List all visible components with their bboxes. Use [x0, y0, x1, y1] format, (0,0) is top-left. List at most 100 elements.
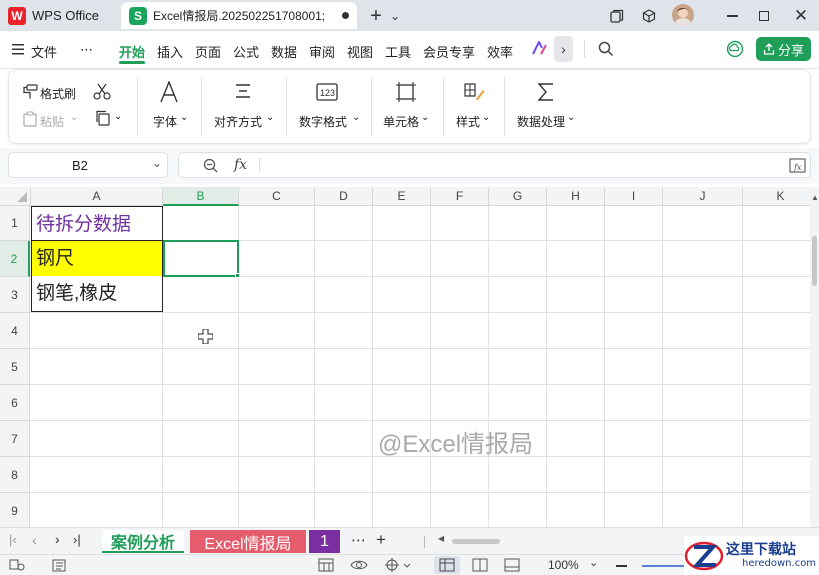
ai-icon[interactable]: [532, 39, 548, 58]
tab-list-chevron-icon[interactable]: ⌄: [385, 6, 405, 26]
menu-formula[interactable]: 公式: [233, 42, 259, 61]
cell-label[interactable]: 单元格: [383, 113, 419, 130]
spreadsheet-grid[interactable]: A B C D E F G H I J K 1 2 3 4 5 6 7 8 9 …: [0, 187, 810, 527]
column-header-j[interactable]: J: [663, 187, 743, 206]
row-header-8[interactable]: 8: [0, 457, 30, 493]
column-header-f[interactable]: F: [431, 187, 489, 206]
fill-handle[interactable]: [235, 273, 240, 278]
sheet-tab-case-analysis[interactable]: 案例分析: [102, 530, 184, 553]
normal-view-button[interactable]: [434, 556, 460, 574]
paste-chevron-icon[interactable]: ⌄: [70, 112, 78, 123]
menu-efficiency[interactable]: 效率: [487, 42, 513, 61]
user-avatar[interactable]: [672, 4, 694, 26]
window-copy-icon[interactable]: [607, 6, 627, 26]
data-processing-chevron-icon[interactable]: ⌄: [567, 112, 575, 123]
style-icon[interactable]: [462, 80, 486, 104]
minimize-icon[interactable]: [722, 6, 742, 26]
paste-icon[interactable]: [22, 111, 38, 130]
column-header-b[interactable]: B: [163, 187, 239, 206]
style-label[interactable]: 样式: [456, 113, 480, 130]
column-header-a[interactable]: A: [31, 187, 163, 206]
format-painter-label[interactable]: 格式刷: [40, 85, 76, 102]
name-box-chevron-icon[interactable]: ⌄: [152, 156, 162, 170]
search-icon[interactable]: [598, 41, 614, 60]
menu-review[interactable]: 审阅: [309, 42, 335, 61]
font-icon[interactable]: [157, 80, 181, 104]
document-tab[interactable]: S Excel情报局.202502251708001;: [121, 2, 357, 29]
menu-tools[interactable]: 工具: [385, 42, 411, 61]
sheet-tab-excel-bureau[interactable]: Excel情报局: [190, 530, 306, 553]
row-header-1[interactable]: 1: [0, 206, 30, 241]
cloud-sync-icon[interactable]: [726, 40, 744, 61]
style-chevron-icon[interactable]: ⌄: [482, 112, 490, 123]
column-header-h[interactable]: H: [547, 187, 605, 206]
ribbon-scroll-right-icon[interactable]: ›: [554, 36, 573, 62]
row-header-5[interactable]: 5: [0, 349, 30, 385]
number-format-label[interactable]: 数字格式: [299, 113, 347, 130]
first-sheet-icon[interactable]: |‹: [9, 532, 17, 547]
paste-label[interactable]: 粘贴: [40, 113, 64, 130]
menu-page[interactable]: 页面: [195, 42, 221, 61]
maximize-icon[interactable]: [754, 6, 774, 26]
page-break-view-icon[interactable]: [504, 558, 520, 575]
row-header-3[interactable]: 3: [0, 277, 30, 313]
copy-icon[interactable]: [95, 110, 111, 129]
calculator-icon[interactable]: [318, 558, 334, 575]
fx-label[interactable]: fx: [234, 157, 247, 173]
new-tab-button[interactable]: +: [366, 5, 386, 27]
sigma-icon[interactable]: [534, 80, 558, 104]
menu-file[interactable]: 文件: [31, 42, 57, 61]
row-header-2[interactable]: 2: [0, 241, 30, 277]
column-header-d[interactable]: D: [315, 187, 373, 206]
cell-a3[interactable]: 钢笔,橡皮: [31, 276, 163, 312]
column-header-k[interactable]: K: [743, 187, 810, 206]
column-header-c[interactable]: C: [239, 187, 315, 206]
menu-insert[interactable]: 插入: [157, 42, 183, 61]
scroll-left-icon[interactable]: ◀: [438, 534, 444, 543]
column-header-i[interactable]: I: [605, 187, 663, 206]
prev-sheet-icon[interactable]: ‹: [32, 532, 37, 548]
sheet-tab-1[interactable]: 1: [309, 530, 340, 553]
format-painter-icon[interactable]: [22, 84, 38, 103]
wps-home-tab[interactable]: W WPS Office: [8, 4, 99, 27]
menu-data[interactable]: 数据: [271, 42, 297, 61]
scroll-up-icon[interactable]: ▲: [811, 193, 819, 202]
macro-record-icon[interactable]: [9, 559, 25, 575]
zoom-chevron-icon[interactable]: ⌄: [589, 556, 598, 569]
row-header-6[interactable]: 6: [0, 385, 30, 421]
sheet-list-icon[interactable]: [52, 559, 66, 575]
number-format-chevron-icon[interactable]: ⌄: [352, 112, 360, 123]
formula-input[interactable]: fx fx: [178, 152, 811, 178]
row-header-4[interactable]: 4: [0, 313, 30, 349]
column-header-g[interactable]: G: [489, 187, 547, 206]
zoom-formula-icon[interactable]: [203, 158, 218, 176]
row-header-9[interactable]: 9: [0, 493, 30, 527]
horizontal-scroll-thumb[interactable]: [452, 539, 500, 544]
share-button[interactable]: 分享: [756, 37, 811, 61]
column-header-e[interactable]: E: [373, 187, 431, 206]
data-processing-label[interactable]: 数据处理: [517, 113, 565, 130]
next-sheet-icon[interactable]: ›: [55, 531, 60, 547]
vertical-scrollbar[interactable]: ▲: [810, 187, 819, 527]
font-chevron-icon[interactable]: ⌄: [180, 112, 188, 123]
cell-a1[interactable]: 待拆分数据: [31, 206, 163, 241]
cut-icon[interactable]: [93, 83, 111, 104]
focus-mode-icon[interactable]: [385, 558, 411, 575]
close-icon[interactable]: ✕: [791, 6, 811, 26]
hamburger-icon[interactable]: [12, 43, 24, 58]
eye-protection-icon[interactable]: [350, 558, 368, 575]
name-box[interactable]: B2 ⌄: [8, 152, 168, 178]
cube-icon[interactable]: [639, 6, 659, 26]
font-label[interactable]: 字体: [153, 113, 177, 130]
align-label[interactable]: 对齐方式: [214, 113, 262, 130]
vertical-scroll-thumb[interactable]: [812, 236, 817, 286]
align-chevron-icon[interactable]: ⌄: [266, 112, 274, 123]
cell-chevron-icon[interactable]: ⌄: [421, 112, 429, 123]
menu-member[interactable]: 会员专享: [423, 42, 475, 61]
select-all-corner[interactable]: [0, 187, 31, 206]
expand-formula-icon[interactable]: fx: [789, 158, 806, 176]
menu-more[interactable]: ⋯: [80, 42, 93, 58]
row-header-7[interactable]: 7: [0, 421, 30, 457]
zoom-level[interactable]: 100%: [548, 558, 579, 572]
page-layout-view-icon[interactable]: [472, 558, 488, 575]
